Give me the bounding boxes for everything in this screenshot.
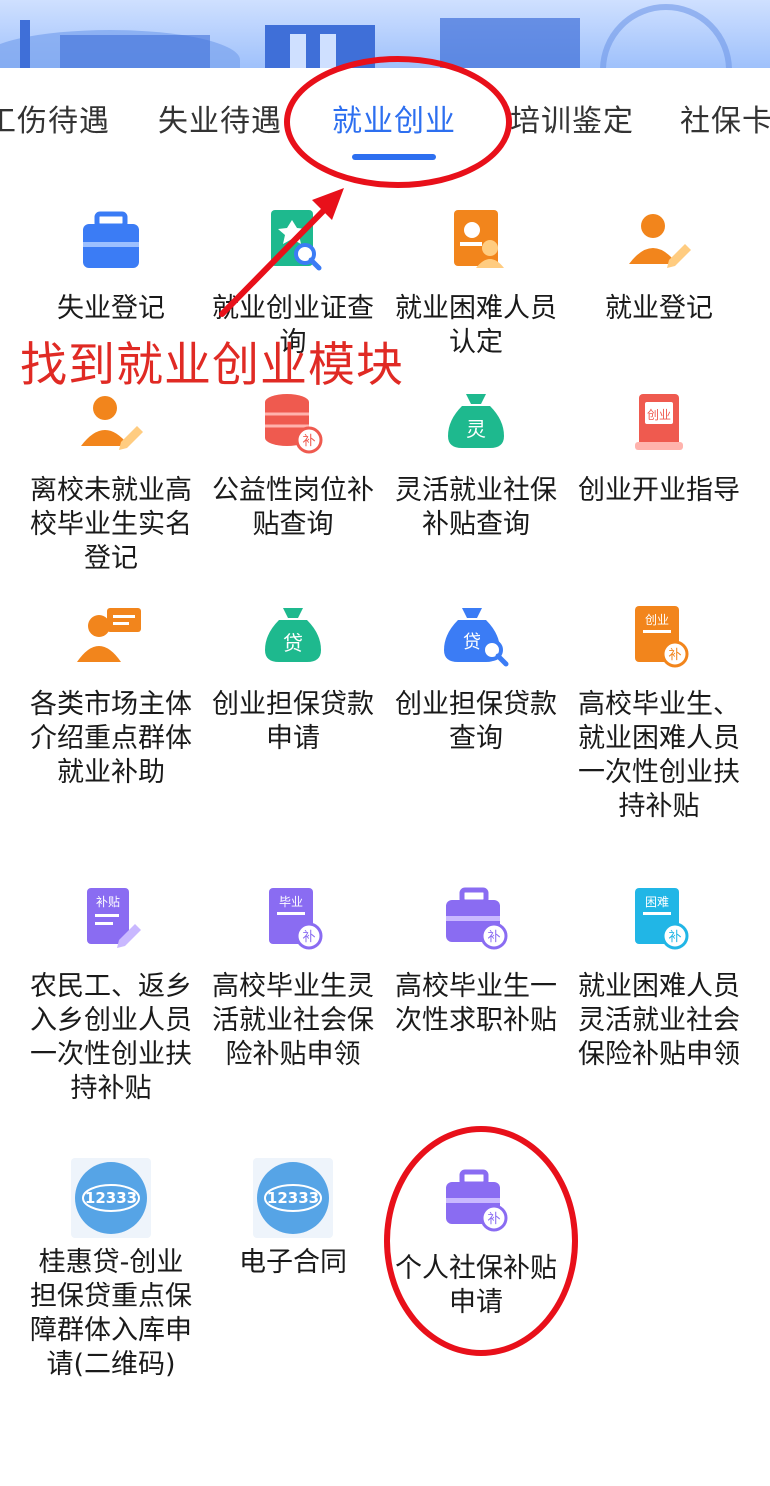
service-item-label: 公益性岗位补贴查询 [212, 475, 374, 540]
service-item-label: 电子合同 [239, 1247, 347, 1278]
service-item-label: 创业开业指导 [578, 475, 740, 506]
icon-badge-text: 毕业 [279, 895, 303, 909]
tab-training-appraisal[interactable]: 培训鉴定 [510, 96, 634, 140]
document-subsidy-icon: 困难补 [623, 884, 695, 956]
banner-building [60, 35, 210, 68]
service-item-employment-registration[interactable]: 就业登记 [568, 206, 750, 326]
service-item-guihui-loan-qrcode[interactable]: 12333 桂惠贷-创业担保贷重点保障群体入库申请(二维码) [20, 1158, 202, 1382]
service-item-e-contract[interactable]: 12333 电子合同 [202, 1158, 384, 1280]
icon-badge-text: 12333 [85, 1189, 137, 1207]
svg-text:补: 补 [668, 930, 681, 945]
service-item-graduate-registration[interactable]: 离校未就业高校毕业生实名登记 [20, 388, 202, 576]
briefcase-icon [75, 206, 147, 278]
service-item-migrant-worker-subsidy[interactable]: 补贴 农民工、返乡入乡创业人员一次性创业扶持补贴 [20, 884, 202, 1106]
hotline-logo-icon: 12333 [253, 1158, 333, 1238]
service-item-label: 高校毕业生一次性求职补贴 [395, 971, 557, 1036]
service-item-label: 离校未就业高校毕业生实名登记 [30, 475, 192, 574]
service-item-label: 高校毕业生灵活就业社会保险补贴申领 [212, 971, 374, 1070]
book-icon: 创业 [623, 388, 695, 460]
banner-temple [440, 18, 580, 68]
service-item-label: 高校毕业生、就业困难人员一次性创业扶持补贴 [578, 689, 740, 822]
service-item-startup-guidance[interactable]: 创业 创业开业指导 [568, 388, 750, 508]
icon-badge-text: 贷 [283, 631, 303, 655]
icon-badge-text: 创业 [645, 613, 669, 627]
service-item-guarantee-loan-apply[interactable]: 贷 创业担保贷款申请 [202, 602, 384, 756]
service-item-startup-one-time-subsidy[interactable]: 创业补 高校毕业生、就业困难人员一次性创业扶持补贴 [568, 602, 750, 824]
id-card-person-icon [440, 206, 512, 278]
banner-building [20, 20, 30, 68]
svg-text:补: 补 [487, 930, 500, 945]
icon-badge-text: 创业 [647, 408, 671, 422]
coin-stack-icon: 补 [257, 388, 329, 460]
person-pen-icon [75, 388, 147, 460]
icon-badge-text: 贷 [463, 632, 481, 653]
service-item-hardship-insurance-subsidy[interactable]: 困难补 就业困难人员灵活就业社会保险补贴申领 [568, 884, 750, 1072]
banner-ring [600, 4, 732, 68]
icon-badge-text: 补贴 [96, 895, 120, 909]
annotation-circle-tab [284, 56, 512, 188]
annotation-text: 找到就业创业模块 [20, 338, 404, 393]
service-item-public-post-subsidy[interactable]: 补 公益性岗位补贴查询 [202, 388, 384, 542]
tab-unemployment-benefits[interactable]: 失业待遇 [158, 96, 282, 140]
service-item-label: 失业登记 [57, 293, 165, 324]
banner-window [290, 34, 306, 68]
service-item-market-entity-subsidy[interactable]: 各类市场主体介绍重点群体就业补助 [20, 602, 202, 790]
service-item-guarantee-loan-query[interactable]: 贷 创业担保贷款查询 [385, 602, 567, 756]
service-item-label: 各类市场主体介绍重点群体就业补助 [30, 689, 192, 788]
svg-text:补: 补 [302, 930, 315, 945]
service-item-flexible-employment-subsidy-query[interactable]: 灵 灵活就业社保补贴查询 [385, 388, 567, 542]
money-bag-icon: 贷 [257, 602, 329, 674]
icon-badge-text: 困难 [645, 895, 669, 909]
tab-injury-benefits[interactable]: 工伤待遇 [0, 96, 110, 140]
person-message-icon [75, 602, 147, 674]
briefcase-subsidy-icon: 补 [440, 884, 512, 956]
service-item-label: 农民工、返乡入乡创业人员一次性创业扶持补贴 [30, 971, 192, 1104]
icon-badge-text: 灵 [466, 417, 486, 441]
service-item-label: 创业担保贷款查询 [395, 689, 557, 754]
service-item-label: 就业困难人员灵活就业社会保险补贴申领 [578, 971, 740, 1070]
document-subsidy-icon: 创业补 [623, 602, 695, 674]
service-item-hardship-certification[interactable]: 就业困难人员认定 [385, 206, 567, 360]
svg-text:补: 补 [668, 648, 681, 663]
icon-badge-text: 12333 [267, 1189, 319, 1207]
service-item-label: 创业担保贷款申请 [212, 689, 374, 754]
person-pen-icon [623, 206, 695, 278]
tab-social-security-card[interactable]: 社保卡 [680, 96, 770, 140]
service-item-graduate-job-seeking-subsidy[interactable]: 补 高校毕业生一次性求职补贴 [385, 884, 567, 1038]
money-bag-icon: 灵 [440, 388, 512, 460]
hotline-logo-icon: 12333 [71, 1158, 151, 1238]
service-item-unemployment-registration[interactable]: 失业登记 [20, 206, 202, 326]
service-item-graduate-insurance-subsidy[interactable]: 毕业补 高校毕业生灵活就业社会保险补贴申领 [202, 884, 384, 1072]
annotation-circle-item [384, 1126, 578, 1356]
document-subsidy-icon: 毕业补 [257, 884, 329, 956]
icon-badge-text: 补 [302, 434, 315, 449]
service-item-label: 桂惠贷-创业担保贷重点保障群体入库申请(二维码) [30, 1247, 192, 1380]
service-item-label: 就业登记 [605, 293, 713, 324]
service-item-label: 灵活就业社保补贴查询 [395, 475, 557, 540]
service-item-label: 就业困难人员认定 [395, 293, 557, 358]
document-pen-icon: 补贴 [75, 884, 147, 956]
money-bag-search-icon: 贷 [440, 602, 512, 674]
annotation-arrow [219, 188, 344, 317]
banner-window [320, 34, 336, 68]
